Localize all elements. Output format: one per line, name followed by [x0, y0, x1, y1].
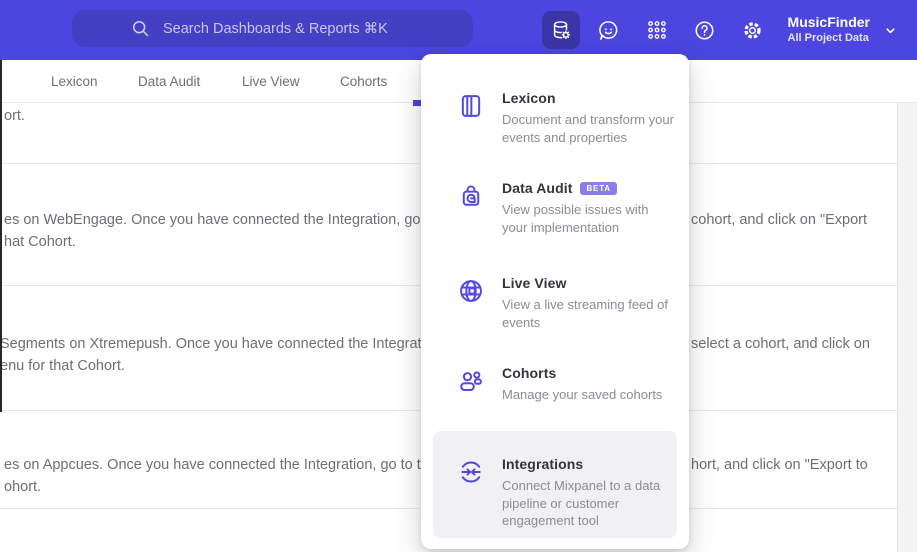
- integrations-icon: [457, 458, 485, 486]
- integration-row-text: select a cohort, and click on: [691, 336, 870, 352]
- menu-item-description: Connect Mixpanel to a data pipeline or c…: [502, 478, 661, 528]
- tab-cohorts[interactable]: Cohorts: [340, 60, 387, 102]
- apps-grid-button[interactable]: [638, 11, 676, 49]
- data-management-button[interactable]: [541, 11, 580, 49]
- menu-item-title: Integrations: [502, 456, 584, 472]
- header-icon-group: MusicFinder All Project Data: [532, 0, 897, 60]
- integration-row-text: es on Appcues. Once you have connected t…: [4, 457, 453, 473]
- feedback-smiley-icon: [599, 20, 618, 40]
- integration-row-text: ohort.: [4, 479, 42, 495]
- menu-item-title: Cohorts: [502, 365, 557, 381]
- menu-item-title: Live View: [502, 275, 567, 291]
- menu-item-integrations[interactable]: Integrations Connect Mixpanel to a data …: [433, 431, 677, 538]
- menu-item-title: Lexicon: [502, 90, 556, 106]
- menu-item-lexicon[interactable]: Lexicon Document and transform your even…: [421, 90, 689, 146]
- menu-item-data-audit[interactable]: Data Audit BETA View possible issues wit…: [421, 180, 689, 236]
- integration-row-text: hat Cohort.: [4, 234, 76, 250]
- integration-row-text: Segments on Xtremepush. Once you have co…: [0, 336, 445, 352]
- data-management-dropdown: Lexicon Document and transform your even…: [421, 54, 689, 549]
- tab-lexicon[interactable]: Lexicon: [51, 60, 98, 102]
- top-navbar: MusicFinder All Project Data: [0, 0, 917, 60]
- settings-gear-icon: [744, 21, 761, 39]
- beta-badge: BETA: [580, 182, 617, 195]
- scrollbar-gutter[interactable]: [897, 103, 917, 552]
- menu-item-title: Data Audit: [502, 180, 573, 196]
- globe-icon: [457, 277, 485, 305]
- apps-grid-icon: [647, 21, 666, 39]
- settings-button[interactable]: [734, 11, 772, 49]
- chevron-down-icon: [884, 24, 897, 37]
- left-edge-strip: [0, 60, 2, 412]
- tab-data-audit[interactable]: Data Audit: [138, 60, 200, 102]
- project-subtitle: All Project Data: [787, 31, 869, 44]
- book-icon: [457, 92, 485, 120]
- project-switcher[interactable]: MusicFinder All Project Data: [788, 14, 897, 45]
- search-input[interactable]: [163, 20, 415, 37]
- app-window: MusicFinder All Project Data Lexicon Dat…: [0, 0, 917, 552]
- integration-row-text: enu for that Cohort.: [0, 358, 125, 374]
- integration-row-text: es on WebEngage. Once you have connected…: [4, 212, 461, 228]
- audit-lock-icon: [457, 182, 485, 210]
- people-icon: [457, 367, 485, 395]
- tab-live-view[interactable]: Live View: [242, 60, 300, 102]
- integration-row-text: ort.: [4, 108, 25, 124]
- integration-row-text: cohort, and click on "Export: [691, 212, 868, 228]
- menu-item-description: Document and transform your events and p…: [502, 112, 674, 145]
- help-button[interactable]: [686, 11, 724, 49]
- feedback-button[interactable]: [590, 11, 628, 49]
- global-search[interactable]: [72, 10, 473, 47]
- project-name: MusicFinder: [787, 14, 870, 31]
- data-management-icon: [553, 21, 571, 40]
- menu-item-description: View a live streaming feed of events: [502, 297, 668, 330]
- search-icon: [130, 18, 151, 39]
- integration-row-text: hort, and click on "Export to: [691, 457, 868, 473]
- menu-item-cohorts[interactable]: Cohorts Manage your saved cohorts: [421, 365, 689, 404]
- menu-item-live-view[interactable]: Live View View a live streaming feed of …: [421, 275, 689, 331]
- help-icon: [695, 20, 714, 40]
- menu-item-description: View possible issues with your implement…: [502, 202, 649, 235]
- menu-item-description: Manage your saved cohorts: [502, 387, 663, 402]
